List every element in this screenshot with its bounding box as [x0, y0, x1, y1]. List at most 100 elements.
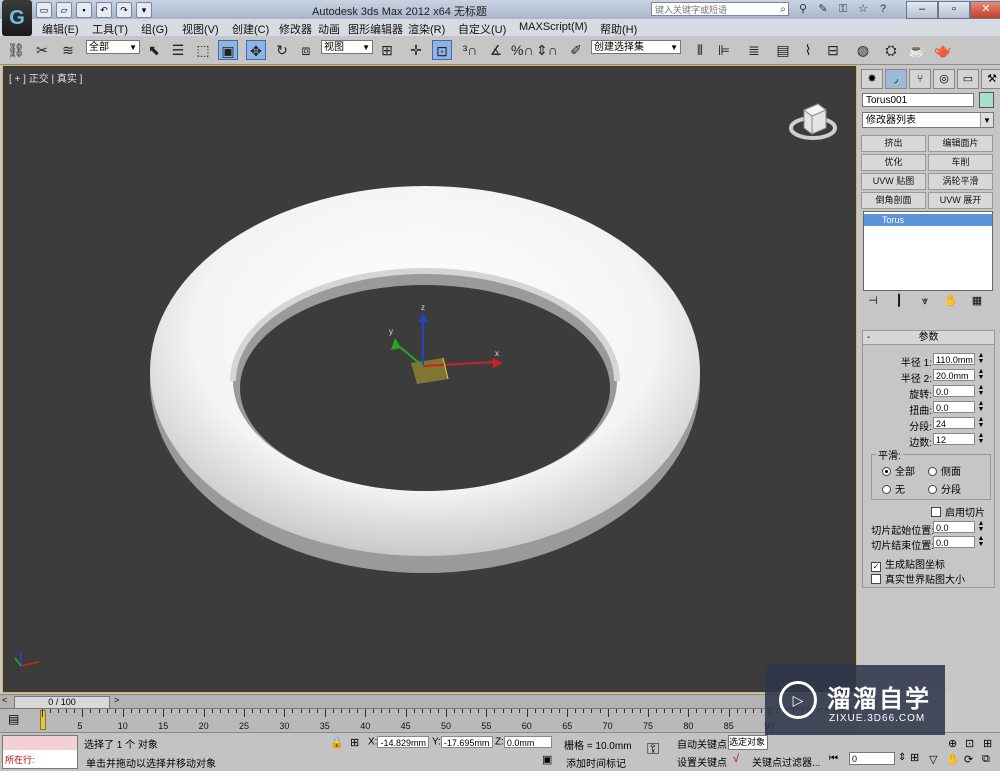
torus-object[interactable]: x y z [3, 66, 856, 692]
selection-filter-dropdown[interactable]: 全部 ▼ [86, 40, 140, 54]
default-tangent-icon[interactable]: √ [733, 753, 739, 765]
modifier-button-extrude[interactable]: 挤出 [861, 135, 926, 152]
slice-from-field[interactable]: 0.0 [933, 521, 975, 533]
app-logo-button[interactable]: G [2, 0, 32, 36]
lock-selection-icon[interactable]: 🔒 [330, 736, 344, 749]
show-end-result-icon[interactable]: ┃ [891, 294, 907, 308]
menu-rendering[interactable]: 渲染(R) [408, 21, 445, 37]
snap-toggle-icon[interactable]: ³∩ [460, 40, 480, 60]
spinner-icon[interactable]: ▲ ▼ [977, 368, 985, 381]
object-name-field[interactable]: Torus001 [862, 93, 974, 107]
modifier-button-optimize[interactable]: 优化 [861, 154, 926, 171]
go-to-start-icon[interactable]: ⏮ [829, 753, 838, 764]
select-manipulate-icon[interactable]: ✛ [406, 40, 426, 60]
stack-item-torus[interactable]: Torus [864, 214, 992, 226]
lock-icon[interactable]: ⚿ [836, 2, 850, 16]
spinner-icon[interactable]: ▲ ▼ [977, 432, 985, 445]
search-icon[interactable]: ⌕ [780, 3, 786, 17]
menu-view[interactable]: 视图(V) [182, 21, 219, 37]
angle-snap-icon[interactable]: ∡ [486, 40, 506, 60]
new-file-icon[interactable]: ▭ [36, 2, 52, 18]
spinner-icon[interactable]: ▲ ▼ [977, 352, 985, 365]
modifier-button-edit-patch[interactable]: 编辑面片 [928, 135, 993, 152]
rectangle-selection-icon[interactable]: ⬚ [193, 40, 213, 60]
coord-x-field[interactable]: -14.829mm [377, 736, 430, 748]
modifier-button-unwrap-uvw[interactable]: UVW 展开 [928, 192, 993, 209]
unlink-icon[interactable]: ✂ [32, 40, 52, 60]
mirror-icon[interactable]: ⫴ [690, 40, 710, 60]
smooth-radio-segments[interactable]: 分段 [928, 481, 961, 496]
key-filters-button[interactable]: 关键点过滤器... [752, 754, 820, 769]
param-radius2-field[interactable]: 20.0mm [933, 369, 975, 381]
zoom-all-icon[interactable]: ⊞ [983, 737, 992, 750]
mini-curve-editor-icon[interactable]: ▤ [8, 712, 19, 726]
time-tag-icon[interactable]: ▣ [542, 753, 552, 766]
perspective-viewport[interactable]: [ + ] 正交 | 真实 ] x y z [2, 65, 857, 693]
menu-create[interactable]: 创建(C) [232, 21, 269, 37]
quick-access-dropdown-icon[interactable]: ▾ [136, 2, 152, 18]
real-world-map-checkbox[interactable]: 真实世界贴图大小 [871, 571, 965, 586]
binoculars-icon[interactable]: ⚲ [796, 2, 810, 16]
open-file-icon[interactable]: ▱ [56, 2, 72, 18]
time-config-icon[interactable]: ⊞ [910, 751, 919, 764]
minimize-button[interactable]: – [906, 1, 938, 19]
redo-icon[interactable]: ↷ [116, 2, 132, 18]
menu-maxscript[interactable]: MAXScript(M) [519, 21, 587, 33]
menu-graph-editors[interactable]: 图形编辑器 [348, 21, 403, 37]
menu-animation[interactable]: 动画 [318, 21, 340, 37]
menu-modifiers[interactable]: 修改器 [279, 21, 312, 37]
viewcube-icon[interactable] [788, 94, 838, 144]
menu-help[interactable]: 帮助(H) [600, 21, 637, 37]
spinner-icon[interactable]: ▲ ▼ [977, 400, 985, 413]
maximize-viewport-icon[interactable]: ⧉ [982, 753, 990, 766]
field-of-view-icon[interactable]: ▽ [929, 753, 937, 766]
select-and-rotate-icon[interactable]: ↻ [272, 40, 292, 60]
reference-coordinate-dropdown[interactable]: 视图 ▼ [321, 40, 373, 54]
chevron-right-icon[interactable]: > [114, 695, 119, 705]
display-tab-icon[interactable]: ▭ [957, 69, 979, 89]
select-and-scale-icon[interactable]: ⧈ [296, 40, 316, 60]
track-bar[interactable]: ▤ 51015202530354045505560657075808590 [0, 708, 858, 733]
remove-modifier-icon[interactable]: ✋ [943, 294, 959, 308]
edit-named-selection-icon[interactable]: ✐ [566, 40, 586, 60]
make-unique-icon[interactable]: ⩔ [917, 294, 933, 308]
modifier-button-turbosmooth[interactable]: 涡轮平滑 [928, 173, 993, 190]
menu-tools[interactable]: 工具(T) [92, 21, 128, 37]
smooth-radio-none[interactable]: 无 [882, 481, 905, 496]
current-frame-field[interactable]: 0 [849, 752, 895, 765]
motion-tab-icon[interactable]: ◎ [933, 69, 955, 89]
layer-manager-icon[interactable]: ≣ [744, 40, 764, 60]
render-setup-icon[interactable]: ⛭ [881, 40, 901, 60]
smooth-radio-sides[interactable]: 侧面 [928, 463, 961, 478]
star-icon[interactable]: ☆ [856, 2, 870, 16]
chevron-left-icon[interactable]: < [2, 695, 7, 705]
key-icon[interactable]: ⚿ [647, 741, 659, 759]
select-and-move-icon[interactable]: ✥ [246, 40, 266, 60]
slice-to-field[interactable]: 0.0 [933, 536, 975, 548]
param-radius1-field[interactable]: 110.0mm [933, 353, 975, 365]
object-color-swatch[interactable] [979, 92, 994, 108]
tools-icon[interactable]: ✎ [816, 2, 830, 16]
param-segments-field[interactable]: 24 [933, 417, 975, 429]
spinner-icon[interactable]: ▲ ▼ [977, 384, 985, 397]
close-button[interactable]: ✕ [970, 1, 1000, 19]
param-twist-field[interactable]: 0.0 [933, 401, 975, 413]
modify-tab-icon[interactable]: ◞ [885, 69, 907, 89]
hierarchy-tab-icon[interactable]: ⑂ [909, 69, 931, 89]
percent-snap-icon[interactable]: %∩ [511, 40, 534, 60]
orbit-icon[interactable]: ⟳ [964, 753, 973, 766]
rendered-frame-icon[interactable]: ☕ [907, 40, 927, 60]
configure-modifier-sets-icon[interactable]: ▦ [969, 294, 985, 308]
param-sides-field[interactable]: 12 [933, 433, 975, 445]
zoom-icon[interactable]: ⊕ [948, 737, 957, 750]
align-icon[interactable]: ⊫ [714, 40, 734, 60]
modifier-button-bevel-profile[interactable]: 倒角剖面 [861, 192, 926, 209]
spinner-snap-icon[interactable]: ⇕∩ [536, 40, 558, 60]
render-production-icon[interactable]: 🫖 [933, 40, 953, 60]
add-time-tag[interactable]: 添加时间标记 [566, 755, 626, 770]
curve-editor-icon[interactable]: ⌇ [798, 40, 818, 60]
coord-z-field[interactable]: 0.0mm [503, 736, 552, 748]
select-object-icon[interactable]: ⬉ [144, 40, 164, 60]
material-editor-icon[interactable]: ◍ [853, 40, 873, 60]
save-icon[interactable]: ▪ [76, 2, 92, 18]
